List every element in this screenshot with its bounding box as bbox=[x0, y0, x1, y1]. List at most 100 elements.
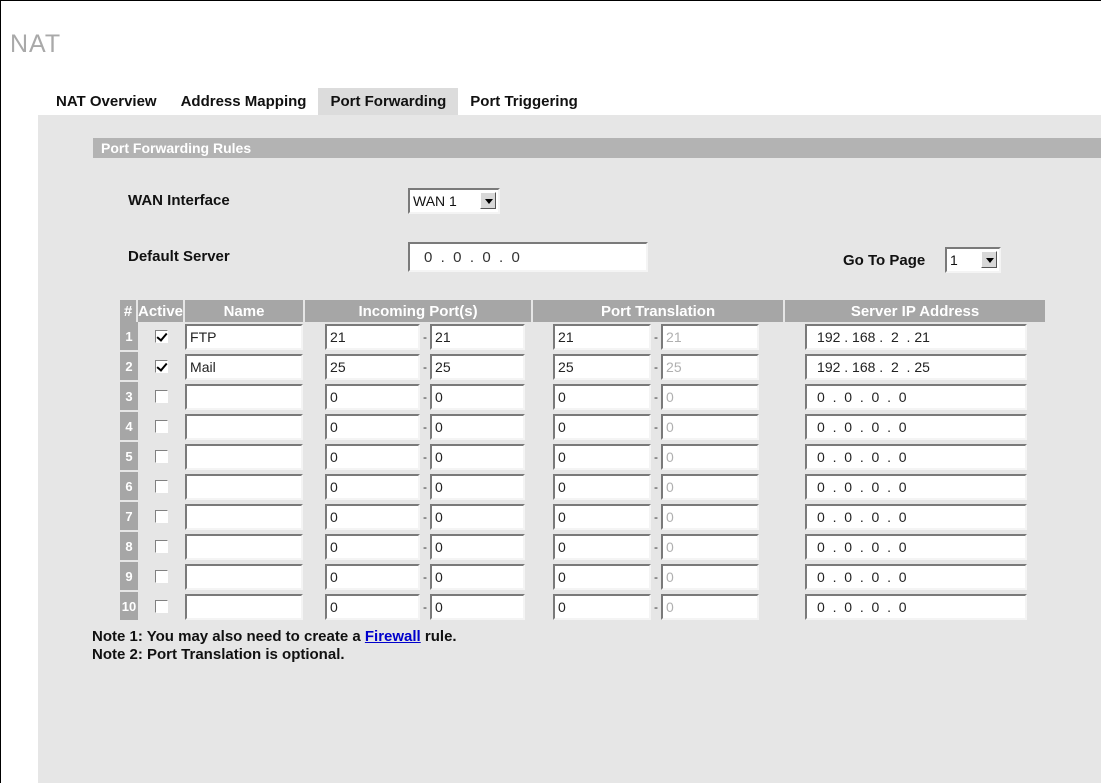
translation-start-input[interactable]: 25 bbox=[553, 354, 652, 380]
translation-end-input[interactable]: 0 bbox=[661, 474, 760, 500]
table-row: 90-00-00 . 0 . 0 . 0 bbox=[120, 562, 1047, 592]
translation-end-input[interactable]: 0 bbox=[661, 564, 760, 590]
name-input[interactable] bbox=[185, 534, 304, 560]
name-input[interactable] bbox=[185, 384, 304, 410]
section-header: Port Forwarding Rules bbox=[93, 138, 1101, 158]
name-cell bbox=[185, 502, 305, 532]
incoming-start-input[interactable]: 25 bbox=[325, 354, 421, 380]
active-checkbox[interactable] bbox=[155, 450, 169, 464]
range-dash: - bbox=[423, 330, 428, 344]
name-input[interactable] bbox=[185, 474, 304, 500]
firewall-link[interactable]: Firewall bbox=[365, 628, 421, 645]
range-dash: - bbox=[654, 510, 659, 524]
translation-start-input[interactable]: 21 bbox=[553, 324, 652, 350]
incoming-end-input[interactable]: 0 bbox=[430, 474, 526, 500]
name-input[interactable] bbox=[185, 504, 304, 530]
active-checkbox[interactable] bbox=[155, 600, 169, 614]
server-ip-input[interactable]: 0 . 0 . 0 . 0 bbox=[805, 594, 1028, 620]
row-number: 8 bbox=[120, 532, 138, 562]
translation-start-input[interactable]: 0 bbox=[553, 594, 652, 620]
translation-start-input[interactable]: 0 bbox=[553, 474, 652, 500]
translation-start-input[interactable]: 0 bbox=[553, 564, 652, 590]
name-input[interactable] bbox=[185, 564, 304, 590]
incoming-start-input[interactable]: 21 bbox=[325, 324, 421, 350]
server-ip-input[interactable]: 0 . 0 . 0 . 0 bbox=[805, 564, 1028, 590]
server-ip-cell: 192 . 168 . 2 . 21 bbox=[785, 322, 1047, 352]
translation-start-input[interactable]: 0 bbox=[553, 444, 652, 470]
incoming-end-input[interactable]: 0 bbox=[430, 444, 526, 470]
translation-start-input[interactable]: 0 bbox=[553, 414, 652, 440]
col-header-server-ip: Server IP Address bbox=[785, 300, 1048, 322]
incoming-start-input[interactable]: 0 bbox=[325, 474, 421, 500]
translation-end-input[interactable]: 25 bbox=[661, 354, 760, 380]
name-input[interactable] bbox=[185, 414, 304, 440]
incoming-start-input[interactable]: 0 bbox=[325, 594, 421, 620]
col-header-num: # bbox=[120, 300, 138, 322]
tab-address-mapping[interactable]: Address Mapping bbox=[169, 88, 319, 115]
incoming-end-input[interactable]: 0 bbox=[430, 594, 526, 620]
active-checkbox[interactable] bbox=[155, 510, 169, 524]
name-cell bbox=[185, 532, 305, 562]
incoming-end-input[interactable]: 21 bbox=[430, 324, 526, 350]
default-server-input[interactable]: 0 . 0 . 0 . 0 bbox=[408, 242, 648, 272]
incoming-end-input[interactable]: 0 bbox=[430, 564, 526, 590]
chevron-down-icon[interactable] bbox=[480, 192, 496, 209]
tab-nat-overview[interactable]: NAT Overview bbox=[44, 88, 169, 115]
server-ip-cell: 192 . 168 . 2 . 25 bbox=[785, 352, 1047, 382]
incoming-end-input[interactable]: 0 bbox=[430, 384, 526, 410]
server-ip-input[interactable]: 0 . 0 . 0 . 0 bbox=[805, 384, 1028, 410]
goto-page-select[interactable]: 1 bbox=[945, 247, 1001, 273]
translation-start-input[interactable]: 0 bbox=[553, 384, 652, 410]
translation-end-input[interactable]: 0 bbox=[661, 384, 760, 410]
name-input[interactable]: Mail bbox=[185, 354, 304, 380]
server-ip-cell: 0 . 0 . 0 . 0 bbox=[785, 592, 1047, 622]
translation-start-input[interactable]: 0 bbox=[553, 504, 652, 530]
translation-end-input[interactable]: 0 bbox=[661, 504, 760, 530]
wan-interface-select[interactable]: WAN 1 bbox=[408, 188, 500, 214]
server-ip-input[interactable]: 0 . 0 . 0 . 0 bbox=[805, 444, 1028, 470]
translation-end-input[interactable]: 0 bbox=[661, 444, 760, 470]
incoming-end-input[interactable]: 0 bbox=[430, 534, 526, 560]
server-ip-input[interactable]: 0 . 0 . 0 . 0 bbox=[805, 504, 1028, 530]
tab-port-forwarding[interactable]: Port Forwarding bbox=[318, 88, 459, 115]
range-dash: - bbox=[423, 360, 428, 374]
server-ip-input[interactable]: 192 . 168 . 2 . 25 bbox=[805, 354, 1028, 380]
incoming-start-input[interactable]: 0 bbox=[325, 414, 421, 440]
tab-port-triggering[interactable]: Port Triggering bbox=[458, 88, 590, 115]
active-checkbox[interactable] bbox=[155, 360, 169, 374]
translation-end-input[interactable]: 21 bbox=[661, 324, 760, 350]
server-ip-input[interactable]: 0 . 0 . 0 . 0 bbox=[805, 534, 1028, 560]
incoming-end-input[interactable]: 0 bbox=[430, 504, 526, 530]
server-ip-input[interactable]: 0 . 0 . 0 . 0 bbox=[805, 474, 1028, 500]
goto-page-label: Go To Page bbox=[843, 252, 926, 269]
server-ip-input[interactable]: 192 . 168 . 2 . 21 bbox=[805, 324, 1028, 350]
col-header-incoming: Incoming Port(s) bbox=[305, 300, 534, 322]
range-dash: - bbox=[423, 390, 428, 404]
name-input[interactable]: FTP bbox=[185, 324, 304, 350]
server-ip-input[interactable]: 0 . 0 . 0 . 0 bbox=[805, 414, 1028, 440]
translation-end-input[interactable]: 0 bbox=[661, 534, 760, 560]
incoming-cell: 0-0 bbox=[305, 412, 533, 442]
name-input[interactable] bbox=[185, 444, 304, 470]
active-checkbox[interactable] bbox=[155, 420, 169, 434]
active-checkbox[interactable] bbox=[155, 540, 169, 554]
table-row: 30-00-00 . 0 . 0 . 0 bbox=[120, 382, 1047, 412]
incoming-start-input[interactable]: 0 bbox=[325, 384, 421, 410]
server-ip-cell: 0 . 0 . 0 . 0 bbox=[785, 532, 1047, 562]
translation-cell: 0-0 bbox=[533, 502, 785, 532]
active-checkbox[interactable] bbox=[155, 570, 169, 584]
name-input[interactable] bbox=[185, 594, 304, 620]
incoming-start-input[interactable]: 0 bbox=[325, 504, 421, 530]
chevron-down-icon[interactable] bbox=[981, 251, 997, 268]
incoming-start-input[interactable]: 0 bbox=[325, 534, 421, 560]
incoming-start-input[interactable]: 0 bbox=[325, 564, 421, 590]
translation-end-input[interactable]: 0 bbox=[661, 414, 760, 440]
translation-start-input[interactable]: 0 bbox=[553, 534, 652, 560]
active-checkbox[interactable] bbox=[155, 390, 169, 404]
translation-end-input[interactable]: 0 bbox=[661, 594, 760, 620]
incoming-end-input[interactable]: 0 bbox=[430, 414, 526, 440]
active-checkbox[interactable] bbox=[155, 330, 169, 344]
active-checkbox[interactable] bbox=[155, 480, 169, 494]
incoming-start-input[interactable]: 0 bbox=[325, 444, 421, 470]
incoming-end-input[interactable]: 25 bbox=[430, 354, 526, 380]
